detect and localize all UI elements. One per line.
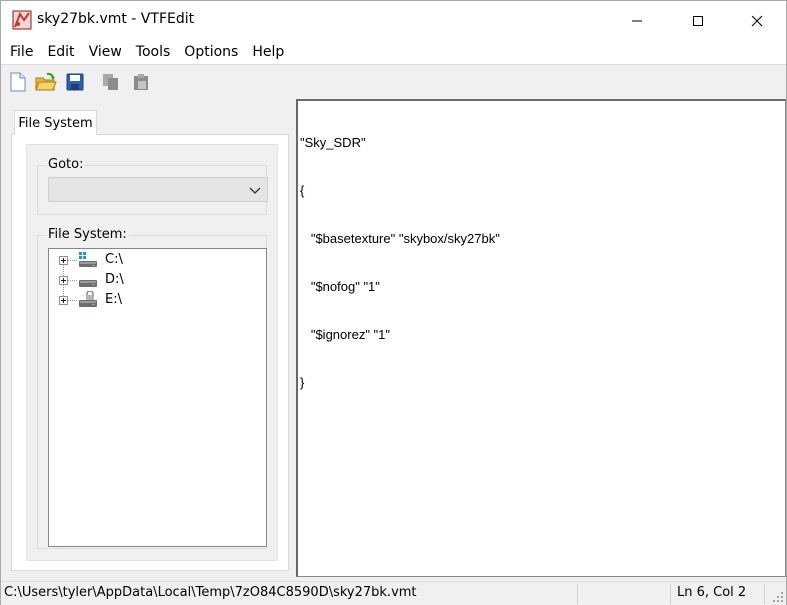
new-file-icon: [10, 72, 26, 92]
maximize-icon: [693, 15, 703, 26]
code-line: {: [300, 183, 305, 198]
menu-separator: [1, 64, 786, 65]
new-button[interactable]: [7, 71, 29, 93]
drive-label: C:\: [105, 252, 123, 267]
code-line: }: [300, 375, 305, 390]
drive-label: E:\: [105, 292, 122, 307]
status-divider: [764, 584, 765, 604]
chevron-down-icon: [249, 187, 261, 194]
open-folder-icon: [35, 72, 57, 91]
code-line: "$basetexture" "skybox/sky27bk": [300, 231, 500, 246]
code-line: "$nofog" "1": [300, 279, 380, 294]
tree-node-c[interactable]: C:\: [49, 250, 249, 270]
menu-options[interactable]: Options: [177, 40, 245, 64]
save-icon: [66, 73, 84, 91]
tree-connector: [68, 260, 77, 261]
tree-connector: [68, 280, 77, 281]
file-system-panel: Goto: File System: C:\ D:\ E:\: [11, 134, 289, 571]
paste-icon: [134, 74, 148, 90]
file-system-label: File System:: [46, 227, 129, 242]
copy-button[interactable]: [100, 71, 122, 93]
resize-grip-icon[interactable]: [772, 591, 784, 603]
tab-file-system[interactable]: File System: [14, 110, 97, 135]
menu-bar: File Edit View Tools Options Help: [1, 40, 786, 64]
editor-content: "Sky_SDR" { "$basetexture" "skybox/sky27…: [300, 103, 500, 423]
menu-edit[interactable]: Edit: [40, 40, 81, 64]
menu-help[interactable]: Help: [245, 40, 291, 64]
tree-node-e[interactable]: E:\: [49, 290, 249, 310]
tree-connector: [68, 300, 77, 301]
code-line: "$ignorez" "1": [300, 327, 391, 342]
toolbar: [1, 67, 786, 97]
menu-tools[interactable]: Tools: [129, 40, 178, 64]
expand-icon[interactable]: [59, 296, 68, 305]
vmt-text-editor[interactable]: "Sky_SDR" { "$basetexture" "skybox/sky27…: [296, 99, 786, 577]
vtfedit-app-icon: [12, 10, 32, 30]
system-drive-icon: [79, 252, 97, 267]
save-button[interactable]: [64, 71, 86, 93]
status-divider: [670, 584, 671, 604]
minimize-icon: [632, 20, 642, 21]
tree-node-d[interactable]: D:\: [49, 270, 249, 290]
title-bar[interactable]: sky27bk.vmt - VTFEdit: [1, 1, 786, 40]
file-system-group: File System: C:\ D:\ E:\: [37, 227, 267, 549]
drive-label: D:\: [105, 272, 124, 287]
paste-button[interactable]: [130, 71, 152, 93]
expand-icon[interactable]: [59, 276, 68, 285]
open-button[interactable]: [35, 71, 57, 93]
status-bar: C:\Users\tyler\AppData\Local\Temp\7zO84C…: [1, 581, 786, 605]
maximize-button[interactable]: [675, 1, 721, 40]
status-cursor-position: Ln 6, Col 2: [677, 585, 747, 600]
close-icon: [751, 15, 763, 26]
goto-label: Goto:: [46, 157, 86, 172]
menu-file[interactable]: File: [1, 40, 40, 64]
app-window: sky27bk.vmt - VTFEdit File Edit View Too…: [0, 0, 787, 605]
code-line: "Sky_SDR": [300, 135, 366, 150]
drive-icon: [79, 280, 97, 287]
drive-tree[interactable]: C:\ D:\ E:\: [48, 248, 267, 547]
locked-drive-icon: [79, 291, 97, 307]
close-button[interactable]: [734, 1, 780, 40]
status-file-path: C:\Users\tyler\AppData\Local\Temp\7zO84C…: [4, 585, 417, 600]
status-divider: [577, 584, 578, 604]
expand-icon[interactable]: [59, 256, 68, 265]
goto-dropdown[interactable]: [48, 177, 268, 202]
goto-group: Goto:: [37, 157, 268, 215]
menu-view[interactable]: View: [82, 40, 129, 64]
copy-icon: [103, 74, 118, 90]
file-system-panel-inner: Goto: File System: C:\ D:\ E:\: [26, 144, 278, 561]
window-title: sky27bk.vmt - VTFEdit: [37, 11, 195, 27]
minimize-button[interactable]: [614, 1, 660, 40]
